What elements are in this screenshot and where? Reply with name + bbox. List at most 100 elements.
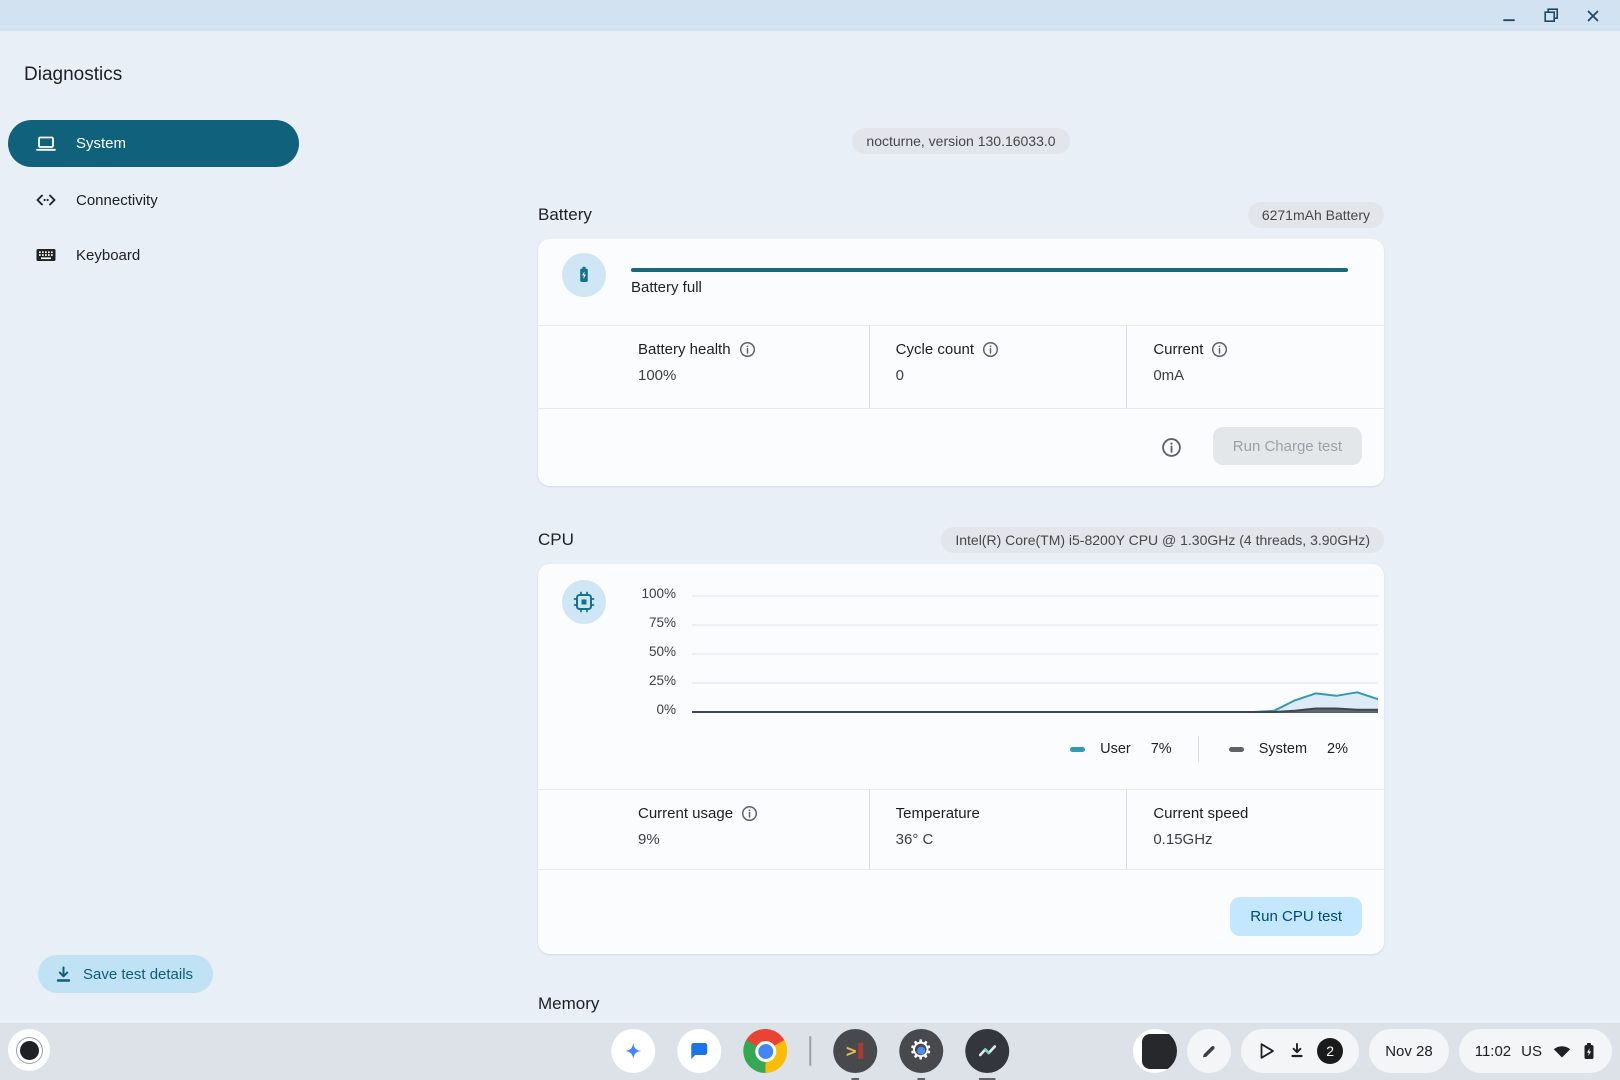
close-icon[interactable] (1580, 3, 1606, 29)
battery-charging-icon (562, 253, 606, 297)
info-icon[interactable] (982, 341, 999, 358)
cpu-card: 100% 75% 50% 25% 0% User 7% System 2% (538, 564, 1384, 954)
save-test-details-button[interactable]: Save test details (38, 955, 213, 993)
stat-value: 36° C (896, 831, 1127, 848)
current-usage-stat: Current usage 9% (638, 790, 869, 869)
stat-label: Temperature (896, 805, 980, 822)
network-icon (34, 188, 58, 212)
sidebar-item-label: System (76, 135, 126, 152)
laptop-icon (34, 132, 58, 156)
user-legend-label: User (1100, 741, 1131, 757)
battery-charging-tray-icon (1582, 1041, 1596, 1061)
battery-section-title: Battery (538, 205, 592, 225)
ytick-50: 50% (624, 644, 676, 659)
board-version-badge: nocturne, version 130.16033.0 (852, 128, 1069, 154)
memory-section-title: Memory (538, 994, 599, 1014)
memory-section-header: Memory (538, 994, 1384, 1014)
stat-label: Current usage (638, 805, 733, 822)
cpu-section-title: CPU (538, 530, 574, 550)
cpu-stats-row: Current usage 9% Temperature 36° C Curre… (638, 790, 1384, 869)
status-tray: 2 Nov 28 11:02 US (1133, 1029, 1612, 1073)
battery-capacity-badge: 6271mAh Battery (1248, 202, 1384, 228)
ytick-100: 100% (624, 586, 676, 601)
current-stat: Current 0mA (1126, 326, 1384, 408)
sidebar: System Connectivity Keyboard (8, 120, 299, 288)
notification-count-badge: 2 (1317, 1038, 1343, 1064)
app-body: Diagnostics System Connectivity Keyboard (0, 31, 1620, 1023)
shelf: > ⚙ 2 Nov 28 (0, 1023, 1620, 1080)
info-icon[interactable] (1211, 341, 1228, 358)
info-icon[interactable] (739, 341, 756, 358)
restore-button[interactable] (1538, 3, 1564, 29)
shelf-separator (809, 1036, 811, 1066)
main-content: nocturne, version 130.16033.0 Battery 62… (538, 31, 1384, 1023)
minimize-button[interactable] (1496, 3, 1522, 29)
wifi-icon (1552, 1042, 1572, 1060)
cpu-model-badge: Intel(R) Core(TM) i5-8200Y CPU @ 1.30GHz… (941, 527, 1384, 553)
diagnostics-app-window: Diagnostics System Connectivity Keyboard (0, 0, 1620, 1080)
terminal-icon[interactable]: > (833, 1029, 877, 1073)
screenshot-thumbnail[interactable] (1133, 1029, 1177, 1073)
sidebar-item-keyboard[interactable]: Keyboard (8, 233, 299, 277)
ime-label: US (1521, 1043, 1542, 1060)
shelf-apps: > ⚙ (611, 1029, 1009, 1073)
stylus-icon[interactable] (1187, 1029, 1231, 1073)
battery-card: Battery full Battery health 100% Cycle c… (538, 239, 1384, 486)
system-legend-swatch (1229, 747, 1244, 752)
messages-icon[interactable] (677, 1029, 721, 1073)
launcher-icon[interactable] (8, 1029, 50, 1071)
chrome-icon[interactable] (743, 1029, 787, 1073)
stat-value: 9% (638, 831, 869, 848)
battery-status-text: Battery full (631, 279, 702, 296)
sidebar-item-label: Connectivity (76, 192, 158, 209)
cycle-count-stat: Cycle count 0 (869, 326, 1127, 408)
settings-gear-icon[interactable]: ⚙ (899, 1029, 943, 1073)
battery-section-header: Battery 6271mAh Battery (538, 202, 1384, 228)
run-cpu-test-button[interactable]: Run CPU test (1230, 897, 1362, 936)
download-icon (54, 965, 73, 984)
sidebar-item-label: Keyboard (76, 247, 140, 264)
cpu-chart-legend: User 7% System 2% (1070, 734, 1348, 764)
stat-value: 0 (896, 367, 1127, 384)
current-speed-stat: Current speed 0.15GHz (1126, 790, 1384, 869)
cpu-chip-icon (562, 580, 606, 624)
battery-stats-row: Battery health 100% Cycle count 0 Curren… (638, 326, 1384, 408)
system-legend-value: 2% (1327, 741, 1348, 757)
stat-value: 0mA (1153, 367, 1384, 384)
battery-health-stat: Battery health 100% (638, 326, 869, 408)
temperature-stat: Temperature 36° C (869, 790, 1127, 869)
stat-value: 100% (638, 367, 869, 384)
stat-label: Current (1153, 341, 1203, 358)
sidebar-item-system[interactable]: System (8, 120, 299, 167)
info-icon[interactable] (741, 805, 758, 822)
page-title: Diagnostics (24, 64, 122, 86)
play-store-icon (1257, 1041, 1277, 1061)
keyboard-icon (34, 243, 58, 267)
stat-label: Battery health (638, 341, 731, 358)
time-label: 11:02 (1475, 1043, 1511, 1060)
user-legend-swatch (1070, 747, 1085, 752)
ytick-25: 25% (624, 673, 676, 688)
battery-charge-progressbar (631, 268, 1348, 272)
cpu-section-header: CPU Intel(R) Core(TM) i5-8200Y CPU @ 1.3… (538, 527, 1384, 553)
date-label: Nov 28 (1385, 1043, 1433, 1060)
system-legend-label: System (1259, 741, 1307, 757)
status-pill[interactable]: 11:02 US (1459, 1029, 1612, 1073)
stat-label: Current speed (1153, 805, 1248, 822)
date-pill[interactable]: Nov 28 (1369, 1029, 1449, 1073)
stat-label: Cycle count (896, 341, 974, 358)
diagnostics-chart-icon[interactable] (965, 1029, 1009, 1073)
downloads-tray-pill[interactable]: 2 (1241, 1029, 1359, 1073)
sidebar-item-connectivity[interactable]: Connectivity (8, 178, 299, 222)
run-charge-test-button[interactable]: Run Charge test (1213, 427, 1362, 465)
cpu-usage-chart (692, 595, 1378, 714)
save-button-label: Save test details (83, 966, 193, 983)
user-legend-value: 7% (1151, 741, 1172, 757)
stat-value: 0.15GHz (1153, 831, 1384, 848)
titlebar (0, 0, 1620, 31)
download-tray-icon (1287, 1041, 1307, 1061)
gemini-icon[interactable] (611, 1029, 655, 1073)
info-icon[interactable] (1161, 437, 1182, 458)
ytick-0: 0% (624, 702, 676, 717)
ytick-75: 75% (624, 615, 676, 630)
